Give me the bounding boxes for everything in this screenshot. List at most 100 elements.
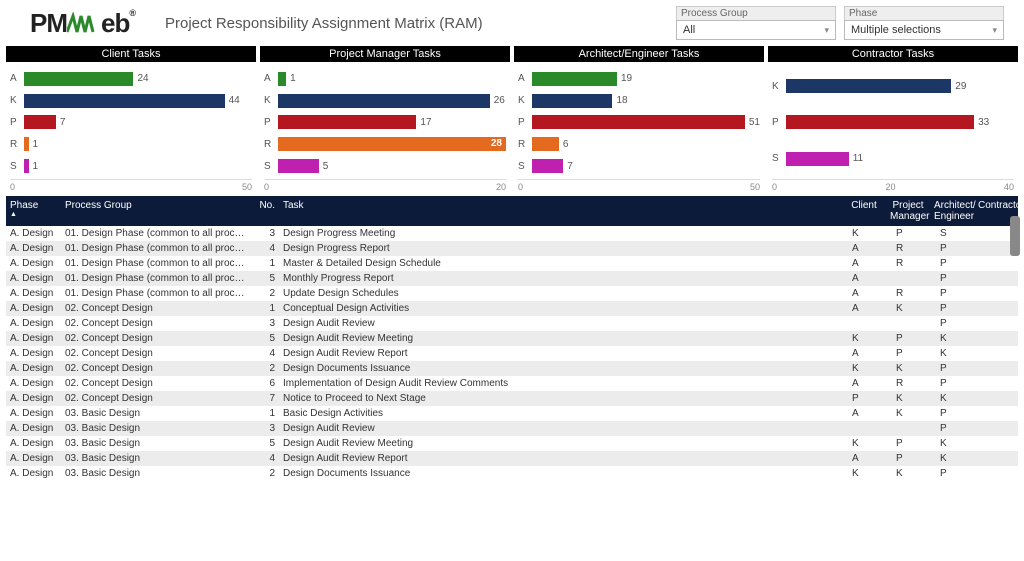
process-group-select[interactable]: All ▾ xyxy=(676,20,836,40)
bar-row: P7 xyxy=(10,114,252,131)
col-phase[interactable]: Phase ▲ xyxy=(6,196,61,226)
table-row[interactable]: A. Design02. Concept Design4Design Audit… xyxy=(6,346,1018,361)
cell-no: 5 xyxy=(251,436,279,451)
cell-client: A xyxy=(842,406,886,421)
chart-body: K29P33S1102040 xyxy=(768,62,1018,192)
scrollbar-thumb[interactable] xyxy=(1010,216,1020,256)
filter-phase: Phase Multiple selections ▾ xyxy=(844,6,1004,40)
cell-client: K xyxy=(842,361,886,376)
cell-process-group: 02. Concept Design xyxy=(61,301,251,316)
x-axis: 020 xyxy=(264,179,506,192)
cell-no: 2 xyxy=(251,286,279,301)
bar-value: 1 xyxy=(290,73,296,84)
chart-title: Client Tasks xyxy=(6,46,256,62)
bar-value: 33 xyxy=(978,117,989,128)
table-row[interactable]: A. Design02. Concept Design5Design Audit… xyxy=(6,331,1018,346)
cell-pm xyxy=(886,421,930,436)
cell-task: Design Progress Meeting xyxy=(279,226,842,241)
cell-contractor xyxy=(974,391,1018,406)
table-row[interactable]: A. Design01. Design Phase (common to all… xyxy=(6,256,1018,271)
col-client[interactable]: Client xyxy=(842,196,886,226)
phase-select[interactable]: Multiple selections ▾ xyxy=(844,20,1004,40)
bar-value: 18 xyxy=(616,95,627,106)
bar-row: P51 xyxy=(518,114,760,131)
table-row[interactable]: A. Design03. Basic Design5Design Audit R… xyxy=(6,436,1018,451)
table-row[interactable]: A. Design01. Design Phase (common to all… xyxy=(6,271,1018,286)
cell-client: A xyxy=(842,241,886,256)
cell-task: Design Progress Report xyxy=(279,241,842,256)
cell-task: Monthly Progress Report xyxy=(279,271,842,286)
cell-process-group: 02. Concept Design xyxy=(61,391,251,406)
cell-contractor xyxy=(974,301,1018,316)
cell-ae: K xyxy=(930,451,974,466)
bar-value: 7 xyxy=(60,117,66,128)
col-process-group[interactable]: Process Group xyxy=(61,196,251,226)
x-axis: 050 xyxy=(518,179,760,192)
table-row[interactable]: A. Design01. Design Phase (common to all… xyxy=(6,286,1018,301)
col-task[interactable]: Task xyxy=(279,196,842,226)
cell-task: Basic Design Activities xyxy=(279,406,842,421)
bar-category: P xyxy=(772,117,786,128)
bar-row: A24 xyxy=(10,70,252,87)
bar-value: 6 xyxy=(563,139,569,150)
bar-category: S xyxy=(10,161,24,172)
col-ae[interactable]: Architect/ Engineer xyxy=(930,196,974,226)
cell-phase: A. Design xyxy=(6,361,61,376)
bar-category: A xyxy=(264,73,278,84)
cell-client: K xyxy=(842,331,886,346)
cell-ae: P xyxy=(930,286,974,301)
bar-row: A1 xyxy=(264,70,506,87)
cell-contractor xyxy=(974,316,1018,331)
cell-phase: A. Design xyxy=(6,286,61,301)
bar xyxy=(532,72,617,86)
cell-task: Design Audit Review xyxy=(279,316,842,331)
cell-client: K xyxy=(842,226,886,241)
chart-card[interactable]: Project Manager TasksA1K26P17R28S5020 xyxy=(260,46,510,192)
table-row[interactable]: A. Design01. Design Phase (common to all… xyxy=(6,241,1018,256)
cell-ae: K xyxy=(930,331,974,346)
chart-card[interactable]: Contractor TasksK29P33S1102040 xyxy=(768,46,1018,192)
cell-phase: A. Design xyxy=(6,301,61,316)
chart-card[interactable]: Client TasksA24K44P7R1S1050 xyxy=(6,46,256,192)
cell-task: Master & Detailed Design Schedule xyxy=(279,256,842,271)
table-row[interactable]: A. Design01. Design Phase (common to all… xyxy=(6,226,1018,241)
bar-value: 1 xyxy=(33,139,39,150)
cell-phase: A. Design xyxy=(6,451,61,466)
cell-ae: P xyxy=(930,406,974,421)
bar-row: R28 xyxy=(264,136,506,153)
chevron-down-icon: ▾ xyxy=(992,25,997,36)
sort-asc-icon: ▲ xyxy=(10,211,57,219)
table-row[interactable]: A. Design03. Basic Design3Design Audit R… xyxy=(6,421,1018,436)
cell-pm: P xyxy=(886,436,930,451)
bar-row: S1 xyxy=(10,158,252,175)
table-row[interactable]: A. Design02. Concept Design1Conceptual D… xyxy=(6,301,1018,316)
cell-no: 3 xyxy=(251,316,279,331)
cell-pm: P xyxy=(886,451,930,466)
cell-no: 4 xyxy=(251,451,279,466)
bar-row: P17 xyxy=(264,114,506,131)
cell-pm: R xyxy=(886,256,930,271)
cell-ae: P xyxy=(930,271,974,286)
col-pm[interactable]: Project Manager xyxy=(886,196,930,226)
bar-row: P 33 xyxy=(772,114,1014,131)
cell-pm: P xyxy=(886,346,930,361)
cell-process-group: 03. Basic Design xyxy=(61,466,251,481)
table-row[interactable]: A. Design02. Concept Design6Implementati… xyxy=(6,376,1018,391)
cell-phase: A. Design xyxy=(6,421,61,436)
col-no[interactable]: No. xyxy=(251,196,279,226)
table-row[interactable]: A. Design02. Concept Design7Notice to Pr… xyxy=(6,391,1018,406)
table-row[interactable]: A. Design02. Concept Design3Design Audit… xyxy=(6,316,1018,331)
cell-pm: P xyxy=(886,331,930,346)
cell-phase: A. Design xyxy=(6,376,61,391)
table-row[interactable]: A. Design03. Basic Design1Basic Design A… xyxy=(6,406,1018,421)
table-row[interactable]: A. Design03. Basic Design4Design Audit R… xyxy=(6,451,1018,466)
table-row[interactable]: A. Design02. Concept Design2Design Docum… xyxy=(6,361,1018,376)
bar xyxy=(532,94,612,108)
bar-category: A xyxy=(518,73,532,84)
logo: PMeb® xyxy=(30,8,135,39)
chevron-down-icon: ▾ xyxy=(824,25,829,36)
chart-card[interactable]: Architect/Engineer TasksA19K18P51R6S7050 xyxy=(514,46,764,192)
cell-contractor xyxy=(974,361,1018,376)
table-row[interactable]: A. Design03. Basic Design2Design Documen… xyxy=(6,466,1018,481)
bar xyxy=(532,159,563,173)
